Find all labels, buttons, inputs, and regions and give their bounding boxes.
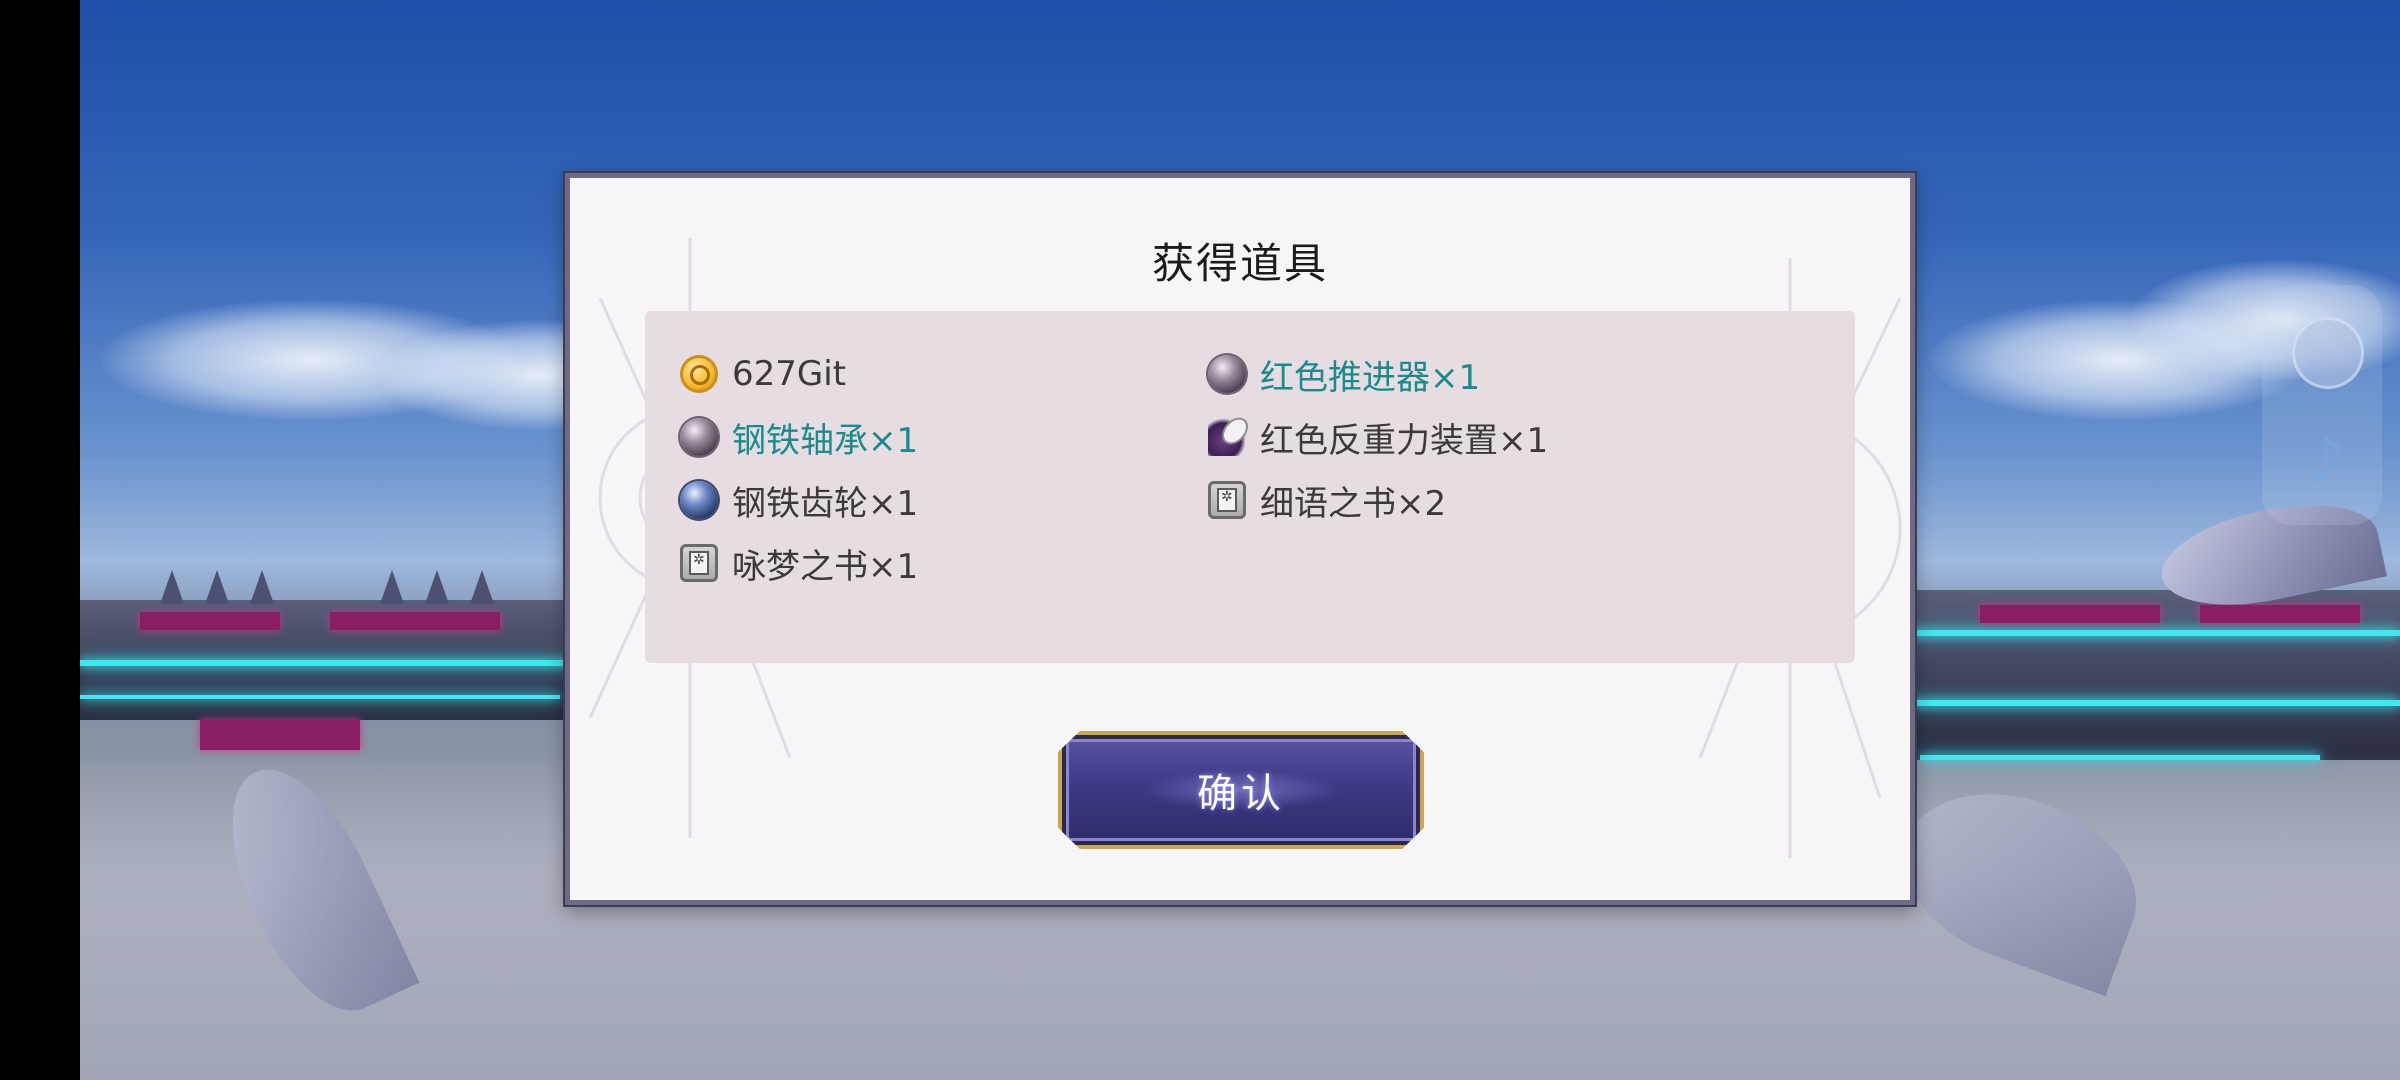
avatar[interactable] <box>2292 317 2364 389</box>
reward-item: 红色推进器×1 <box>1208 349 1480 399</box>
spike <box>380 570 404 604</box>
device-icon <box>1208 418 1246 456</box>
coin-icon <box>680 355 718 393</box>
reward-item: ✲ 细语之书×2 <box>1208 475 1446 525</box>
reward-item: 627Git <box>680 349 846 399</box>
magenta-panel <box>200 720 360 750</box>
reward-item: 红色反重力装置×1 <box>1208 412 1548 462</box>
neon-strip <box>1910 700 2400 706</box>
music-note-icon[interactable]: ♪ <box>2307 430 2345 490</box>
reward-item-label: 钢铁轴承×1 <box>732 420 919 461</box>
orb-purple-icon <box>680 418 718 456</box>
confirm-button-label: 确认 <box>1197 771 1285 817</box>
magenta-panel <box>140 612 280 630</box>
reward-item-label: 627Git <box>732 354 847 394</box>
confirm-button[interactable]: 确认 <box>1058 731 1424 849</box>
magenta-panel <box>1980 605 2160 623</box>
floating-side-widget[interactable]: ♪ <box>2262 285 2382 525</box>
left-letterbox-bar <box>0 0 80 1080</box>
reward-item-label: 细语之书×2 <box>1260 483 1447 524</box>
magenta-panel <box>330 612 500 630</box>
book-icon: ✲ <box>1208 481 1246 519</box>
orb-blue-icon <box>680 481 718 519</box>
spike <box>250 570 274 604</box>
spike <box>160 570 184 604</box>
neon-strip <box>80 695 560 699</box>
reward-item: 钢铁轴承×1 <box>680 412 918 462</box>
reward-item-label: 咏梦之书×1 <box>732 546 919 587</box>
reward-item: ✲ 咏梦之书×1 <box>680 538 918 588</box>
reward-dialog: 获得道具 627Git 红色推进器×1 钢铁轴承×1 红色反重力装置×1 钢铁齿… <box>565 173 1915 905</box>
neon-strip <box>80 660 640 666</box>
spike <box>470 570 494 604</box>
neon-strip <box>1890 630 2400 636</box>
orb-purple-icon <box>1208 355 1246 393</box>
reward-item: 钢铁齿轮×1 <box>680 475 918 525</box>
book-icon: ✲ <box>680 544 718 582</box>
reward-item-label: 钢铁齿轮×1 <box>732 483 919 524</box>
game-screen: ♪ 获得道具 627Git 红色推进器×1 钢铁轴承×1 红色反重力装置×1 钢… <box>0 0 2400 1080</box>
dialog-title: 获得道具 <box>1151 239 1328 288</box>
reward-item-label: 红色反重力装置×1 <box>1260 420 1549 461</box>
spike <box>205 570 229 604</box>
reward-items-panel: 627Git 红色推进器×1 钢铁轴承×1 红色反重力装置×1 钢铁齿轮×1 ✲… <box>645 311 1855 663</box>
spike <box>425 570 449 604</box>
magenta-panel <box>2200 605 2360 623</box>
reward-item-label: 红色推进器×1 <box>1260 357 1481 398</box>
